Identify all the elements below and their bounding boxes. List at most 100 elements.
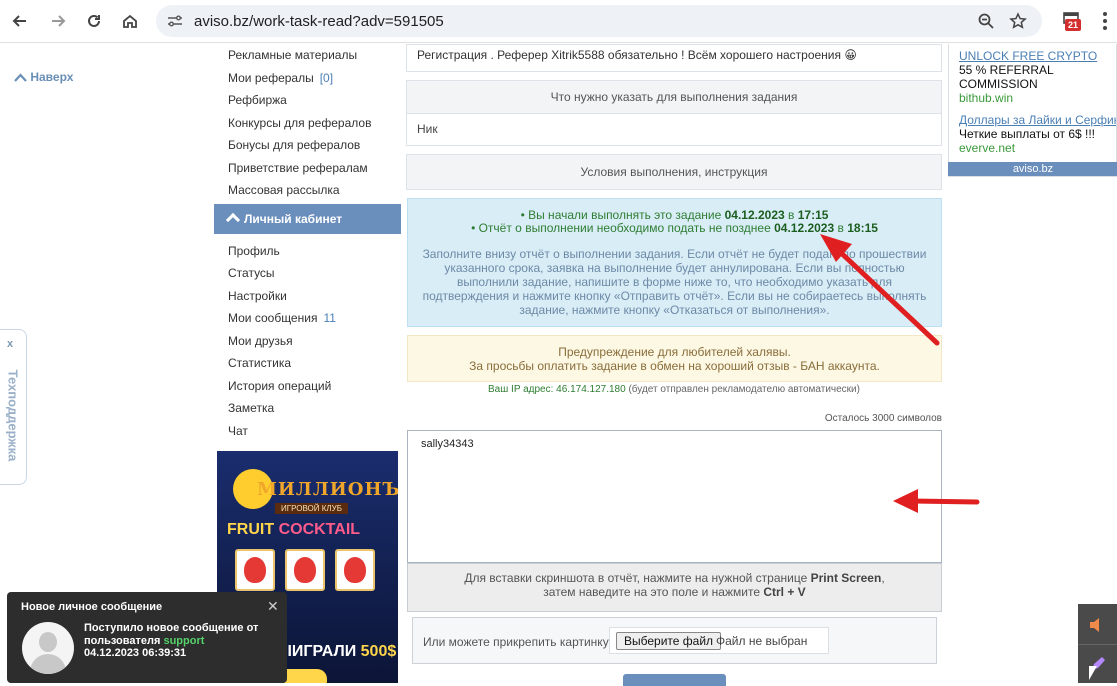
side-widget [1078,604,1117,683]
strawberry-icon [244,557,266,583]
screenshot-hint-prefix: Для вставки скриншота в отчёт, нажмите н… [464,571,808,585]
sidebar-section-cabinet[interactable]: Личный кабинет [214,203,401,234]
sidebar-item[interactable]: Статистика [214,352,401,375]
browser-menu-icon[interactable] [1098,10,1112,32]
submit-report-button[interactable] [623,674,726,686]
sidebar-item[interactable]: Мои рефералы [0] [214,67,401,90]
banner-title: МИЛЛИОНЪ [257,479,398,500]
sidebar-item[interactable]: Приветствие рефералам [214,157,401,180]
report-textarea[interactable]: sally34343 [407,430,942,563]
notification-text: Поступило новое сообщение от пользовател… [84,622,279,660]
started-prefix: • Вы начали выполнять это задание [520,208,722,222]
task-description: Регистрация . Реферер Xitrik5588 обязате… [406,44,942,72]
support-tab[interactable]: x Техподдержка [0,329,27,485]
sound-icon[interactable] [1088,617,1106,638]
task-status-info: • Вы начали выполнять это задание 04.12.… [407,198,942,327]
ad-footer[interactable]: aviso.bz [948,162,1117,176]
ad-desc-1: 55 % REFERRAL COMMISSION [959,63,1054,91]
sidebar-item-label: Мои друзья [228,333,293,348]
slot-reel [335,549,375,591]
deadline-time: 18:15 [847,221,878,235]
ad-item-2[interactable]: Доллары за Лайки и Серфинг Четкие выплат… [949,105,1116,155]
task-deadline-line: • Отчёт о выполнении необходимо подать н… [408,222,941,235]
slot-reel [285,549,325,591]
conditions-header[interactable]: Условия выполнения, инструкция [406,154,942,190]
address-bar[interactable]: aviso.bz/work-task-read?adv=591505 [156,5,1042,37]
choose-file-button[interactable]: Выберите файл [616,632,722,650]
sidebar-item-label: Конкурсы для рефералов [228,115,372,130]
back-to-top-link[interactable]: Наверх [14,70,73,84]
notification-user[interactable]: support [163,635,204,647]
sidebar-item-label: Мои рефералы [228,70,314,85]
ad-link-1[interactable]: UNLOCK FREE CRYPTO [959,49,1116,63]
sidebar-item[interactable]: Чат [214,420,401,443]
sidebar-item[interactable]: Профиль [214,240,401,263]
mouse-cursor-icon [1089,666,1097,680]
site-settings-icon[interactable] [166,12,184,30]
zoom-icon[interactable] [976,11,996,31]
attach-label: Или можете прикрепить картинку [423,635,609,649]
reload-icon[interactable] [82,9,106,33]
ad-link-2[interactable]: Доллары за Лайки и Серфинг [959,113,1116,127]
support-tab-label: Техподдержка [5,369,21,462]
extension-icon[interactable]: 21 [1062,9,1084,33]
started-in: в [788,208,795,222]
sidebar-item[interactable]: История операций [214,375,401,398]
screenshot-paste-zone[interactable]: Для вставки скриншота в отчёт, нажмите н… [407,563,942,612]
strawberry-icon [294,557,316,583]
sidebar-item[interactable]: Бонусы для рефералов [214,134,401,157]
file-input[interactable]: Выберите файл Файл не выбран [609,627,829,654]
started-time: 17:15 [797,208,829,222]
sidebar-item-label: Профиль [228,243,280,258]
notification-datetime: 04.12.2023 06:39:31 [84,647,187,659]
ip-address: Ваш IP адрес: 46.174.127.180 (будет отпр… [406,384,942,395]
sidebar-item[interactable]: Настройки [214,285,401,308]
sidebar-section-label: Личный кабинет [244,211,343,226]
ip-label: Ваш IP адрес: 46.174.127.180 [488,384,626,395]
sidebar-item[interactable]: Рекламные материалы [214,44,401,67]
back-arrow-icon[interactable] [8,9,32,33]
sidebar-item[interactable]: Мои друзья [214,330,401,353]
browser-toolbar: aviso.bz/work-task-read?adv=591505 21 [0,0,1117,43]
sidebar-item[interactable]: Конкурсы для рефералов [214,112,401,135]
sidebar-item-label: Заметка [228,401,275,415]
avatar [22,622,74,674]
ad-block: UNLOCK FREE CRYPTO 55 % REFERRAL COMMISS… [948,44,1117,177]
sidebar-item-label: Статистика [228,356,292,370]
screenshot-hint-line-2: затем наведите на это поле и нажмите Ctr… [408,585,941,599]
specify-value: Ник [406,113,942,146]
task-instructions: Заполните внизу отчёт о выполнении задан… [422,247,927,317]
message-notification[interactable]: Новое личное сообщение ✕ Поступило новое… [7,592,287,683]
sidebar-item[interactable]: Рефбиржа [214,89,401,112]
banner-fruit-word: FRUIT [227,521,275,538]
sidebar-item-label: Чат [228,423,248,438]
extension-badge: 21 [1065,19,1082,31]
sidebar-menu: Рекламные материалы Мои рефералы [0] Рефбир… [214,44,401,442]
sidebar-item[interactable]: Статусы [214,262,401,285]
sidebar-item-label: Статусы [228,266,275,280]
sidebar-item-label: Настройки [228,288,287,303]
sidebar-item[interactable]: Массовая рассылка [214,179,401,202]
chevron-up-icon [225,212,241,227]
ad-host-2: everve.net [959,141,1016,155]
ad-item-1[interactable]: UNLOCK FREE CRYPTO 55 % REFERRAL COMMISS… [949,44,1116,105]
back-to-top-label: Наверх [30,70,74,84]
sidebar-item-label: Рекламные материалы [228,48,358,62]
screenshot-hint-prefix-2: затем наведите на это поле и нажмите [543,585,760,599]
slot-reel [235,549,275,591]
close-icon[interactable]: ✕ [267,598,279,615]
support-close-icon[interactable]: x [7,338,13,350]
sidebar-item[interactable]: Мои сообщения 11 [214,307,401,330]
forward-arrow-icon[interactable] [46,9,70,33]
ip-note: (будет отправлен рекламодателю автоматич… [628,384,860,395]
started-date: 04.12.2023 [724,208,785,222]
home-icon[interactable] [118,9,142,33]
deadline-in: в [837,221,844,235]
banner-cocktail-word: COCKTAIL [278,521,361,538]
report-text: sally34343 [421,438,474,450]
attach-image-panel: Или можете прикрепить картинку Выберите … [412,617,937,664]
sidebar-item[interactable]: Заметка [214,397,401,420]
deadline-date: 04.12.2023 [774,221,835,235]
url-text[interactable]: aviso.bz/work-task-read?adv=591505 [194,13,444,30]
bookmark-star-icon[interactable] [1008,11,1028,31]
